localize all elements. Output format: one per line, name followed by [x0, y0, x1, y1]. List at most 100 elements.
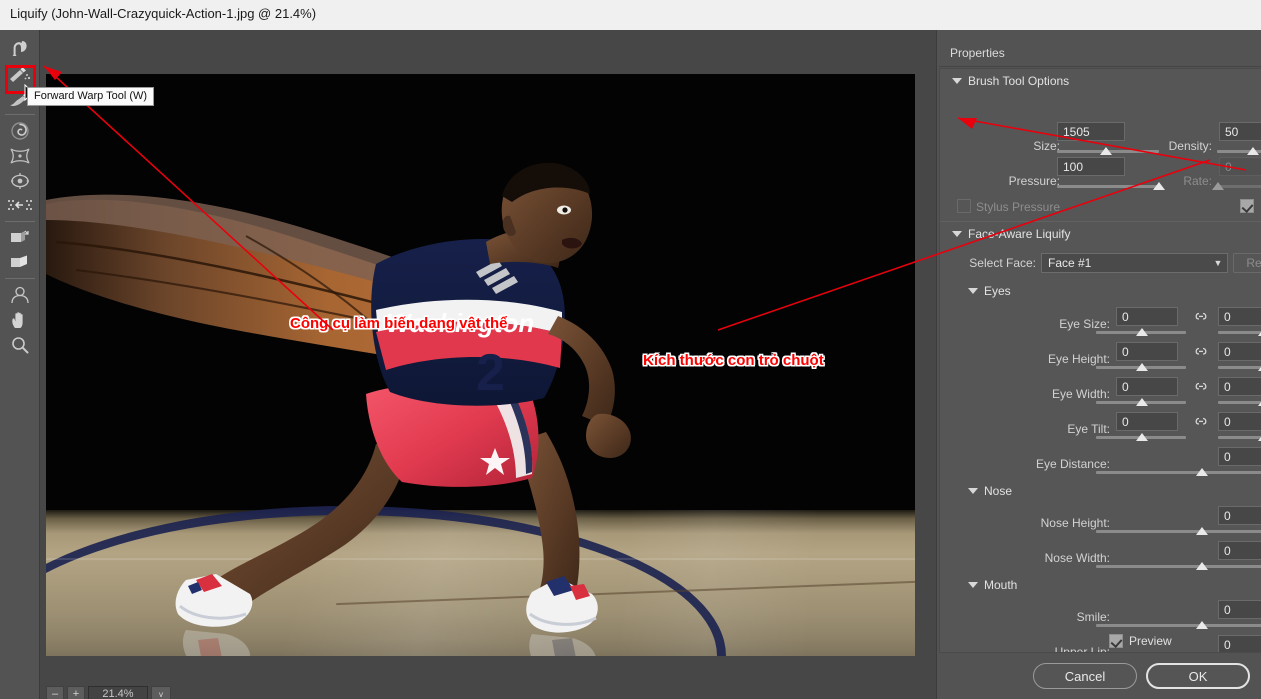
tool-twirl-clockwise[interactable] — [1, 118, 39, 143]
preview-checkbox[interactable] — [1109, 634, 1123, 648]
pressure-value[interactable]: 100 — [1057, 157, 1125, 176]
disclosure-triangle-icon — [968, 488, 978, 494]
toolbar-separator — [5, 221, 35, 222]
smile-thumb[interactable] — [1196, 621, 1208, 629]
eye-width-right-value[interactable]: 0 — [1218, 377, 1261, 396]
nose-section-header[interactable]: Nose — [968, 484, 1012, 498]
disclosure-triangle-icon — [952, 231, 962, 237]
eye-distance-value[interactable]: 0 — [1218, 447, 1261, 466]
link-eyes-icon[interactable] — [1195, 309, 1207, 325]
eye-tilt-label: Eye Tilt: — [940, 422, 1110, 436]
forward-warp-icon — [9, 39, 31, 59]
rate-value: 0 — [1219, 157, 1261, 176]
reconstruct-icon — [8, 64, 32, 84]
nose-width-value[interactable]: 0 — [1218, 541, 1261, 560]
nose-height-value[interactable]: 0 — [1218, 506, 1261, 525]
brush-tool-options-header[interactable]: Brush Tool Options — [952, 74, 1069, 88]
eye-width-left-thumb[interactable] — [1136, 398, 1148, 406]
eye-distance-thumb[interactable] — [1196, 468, 1208, 476]
liquify-preview-canvas[interactable]: Washington 2 — [46, 74, 915, 656]
smile-value[interactable]: 0 — [1218, 600, 1261, 619]
nose-width-thumb[interactable] — [1196, 562, 1208, 570]
link-eyes-icon[interactable] — [1195, 414, 1207, 430]
pressure-label: Pressure: — [940, 174, 1060, 188]
size-value[interactable]: 1505 — [1057, 122, 1125, 141]
face-icon — [9, 285, 31, 305]
eye-height-left-thumb[interactable] — [1136, 363, 1148, 371]
cancel-button[interactable]: Cancel — [1033, 663, 1137, 689]
tool-reconstruct[interactable] — [1, 61, 39, 86]
zoom-out-button[interactable]: – — [46, 686, 64, 699]
nose-width-label: Nose Width: — [940, 551, 1110, 565]
tool-zoom[interactable] — [1, 332, 39, 357]
face-aware-liquify-header[interactable]: Face-Aware Liquify — [952, 227, 1071, 241]
smile-track[interactable] — [1096, 624, 1261, 627]
eye-tilt-left-value[interactable]: 0 — [1116, 412, 1178, 431]
pin-edges-checkbox[interactable] — [1240, 199, 1254, 213]
stylus-pressure-checkbox[interactable] — [957, 199, 971, 213]
density-value[interactable]: 50 — [1219, 122, 1261, 141]
size-slider-thumb[interactable] — [1100, 147, 1112, 155]
tool-tooltip: Forward Warp Tool (W) — [27, 87, 154, 106]
tool-forward-warp[interactable] — [1, 36, 39, 61]
eye-tilt-right-value[interactable]: 0 — [1218, 412, 1261, 431]
zoom-controls: – + 21.4% v — [46, 686, 171, 699]
reset-face-button[interactable]: Reset — [1233, 253, 1261, 273]
tool-face[interactable] — [1, 282, 39, 307]
rate-slider-thumb — [1212, 182, 1224, 190]
eye-width-left-value[interactable]: 0 — [1116, 377, 1178, 396]
nose-width-track[interactable] — [1096, 565, 1261, 568]
tool-push-left[interactable] — [1, 193, 39, 218]
properties-panel-body: Brush Tool Options Size: 1505 Density: 5… — [939, 68, 1261, 653]
zoom-level-field[interactable]: 21.4% — [88, 686, 148, 699]
tool-freeze-mask[interactable] — [1, 225, 39, 250]
zoom-in-button[interactable]: + — [67, 686, 85, 699]
eye-height-right-value[interactable]: 0 — [1218, 342, 1261, 361]
eye-height-left-value[interactable]: 0 — [1116, 342, 1178, 361]
select-face-value: Face #1 — [1048, 256, 1209, 270]
zoom-dropdown-button[interactable]: v — [151, 686, 171, 699]
toolbar-separator — [5, 278, 35, 279]
eye-size-right-track[interactable] — [1218, 331, 1261, 334]
rate-label: Rate: — [1120, 174, 1212, 188]
eye-distance-track[interactable] — [1096, 471, 1261, 474]
svg-text:2: 2 — [476, 344, 505, 402]
link-eyes-icon[interactable] — [1195, 344, 1207, 360]
tool-hand[interactable] — [1, 307, 39, 332]
eye-size-right-value[interactable]: 0 — [1218, 307, 1261, 326]
brush-tool-options-label: Brush Tool Options — [968, 74, 1069, 88]
nose-height-track[interactable] — [1096, 530, 1261, 533]
density-slider-thumb[interactable] — [1247, 147, 1259, 155]
canvas-workspace[interactable]: Washington 2 — [40, 30, 936, 682]
eye-height-right-track[interactable] — [1218, 366, 1261, 369]
tool-bloat[interactable] — [1, 168, 39, 193]
properties-panel-header: Properties — [939, 41, 1261, 67]
upper-lip-value[interactable]: 0 — [1218, 635, 1261, 653]
mouth-section-header[interactable]: Mouth — [968, 578, 1017, 592]
select-face-label: Select Face: — [940, 256, 1036, 270]
tool-thaw-mask[interactable] — [1, 250, 39, 275]
pucker-icon — [8, 146, 32, 166]
bloat-icon — [8, 171, 32, 191]
nose-height-label: Nose Height: — [940, 516, 1110, 530]
title-bar: Liquify (John-Wall-Crazyquick-Action-1.j… — [0, 0, 1261, 30]
size-label: Size: — [940, 139, 1060, 153]
eye-tilt-left-thumb[interactable] — [1136, 433, 1148, 441]
hand-icon — [9, 310, 31, 330]
eyes-section-header[interactable]: Eyes — [968, 284, 1011, 298]
eye-width-right-track[interactable] — [1218, 401, 1261, 404]
ok-button[interactable]: OK — [1146, 663, 1250, 689]
nose-height-thumb[interactable] — [1196, 527, 1208, 535]
link-eyes-icon[interactable] — [1195, 379, 1207, 395]
eye-size-left-value[interactable]: 0 — [1116, 307, 1178, 326]
tool-pucker[interactable] — [1, 143, 39, 168]
liquify-dialog: Liquify (John-Wall-Crazyquick-Action-1.j… — [0, 0, 1261, 699]
stylus-pressure-label: Stylus Pressure — [976, 200, 1116, 214]
select-face-dropdown[interactable]: Face #1 ▼ — [1041, 253, 1228, 273]
freeze-mask-icon — [8, 228, 32, 248]
eye-size-left-thumb[interactable] — [1136, 328, 1148, 336]
annotation-cursor-text: Kích thước con trỏ chuột — [643, 352, 824, 369]
preview-image: Washington 2 — [46, 74, 915, 656]
eye-tilt-right-track[interactable] — [1218, 436, 1261, 439]
disclosure-triangle-icon — [968, 582, 978, 588]
